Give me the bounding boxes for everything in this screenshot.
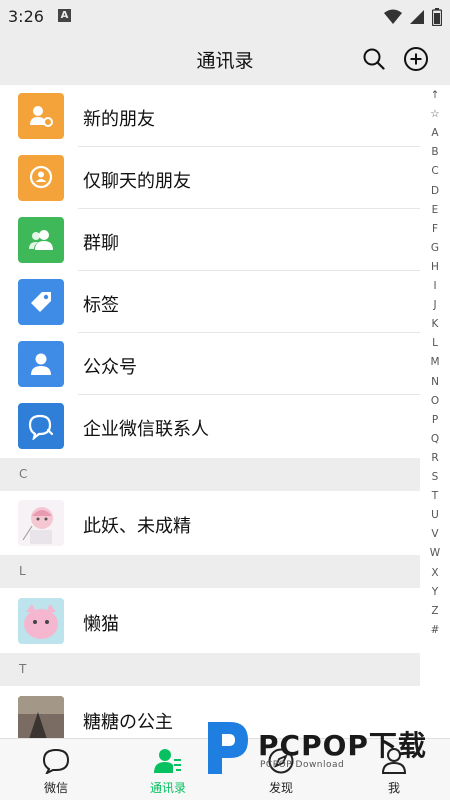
section-letter: T — [19, 662, 27, 676]
tab-label: 我 — [387, 781, 400, 795]
index-letter[interactable]: C — [420, 164, 450, 178]
watermark-subtitle: PCPOP Download — [260, 760, 345, 770]
tab-label: 微信 — [43, 781, 68, 795]
index-letter[interactable]: A — [420, 126, 450, 140]
avatar — [18, 500, 64, 546]
index-letter[interactable]: O — [420, 394, 450, 408]
battery-icon — [432, 8, 442, 26]
tab-label: 通讯录 — [149, 781, 186, 795]
watermark-logo: PCPOP下载 PCPOP Download — [200, 712, 445, 780]
index-letter[interactable]: W — [420, 546, 450, 560]
index-letter[interactable]: L — [420, 336, 450, 350]
chat-only-friend-icon — [18, 155, 64, 201]
index-letter[interactable]: ☆ — [420, 107, 450, 121]
list-item-official-accounts[interactable]: 公众号 — [0, 333, 450, 395]
row-label: 仅聊天的朋友 — [83, 171, 191, 192]
pcpop-logo-icon — [208, 722, 248, 774]
add-button[interactable] — [400, 43, 432, 75]
index-letter[interactable]: N — [420, 375, 450, 389]
index-letter[interactable]: ↑ — [420, 88, 450, 102]
wifi-icon — [384, 9, 402, 24]
index-letter[interactable]: I — [420, 279, 450, 293]
index-letter[interactable]: M — [420, 355, 450, 369]
row-label: 标签 — [83, 295, 119, 316]
index-letter[interactable]: D — [420, 184, 450, 198]
index-letter[interactable]: T — [420, 489, 450, 503]
alphabet-index[interactable]: ↑ ☆ A B C D E F G H I J K L M N O P Q R S T U V W X Y Z # — [420, 88, 450, 648]
title-bar: 通讯录 — [0, 34, 450, 85]
add-circle-icon — [404, 47, 428, 71]
index-letter[interactable]: Y — [420, 585, 450, 599]
contacts-icon — [153, 746, 183, 776]
section-header-t: T — [0, 653, 420, 686]
list-item-work-contacts[interactable]: 企业微信联系人 — [0, 395, 450, 458]
row-label: 群聊 — [83, 233, 119, 254]
index-letter[interactable]: J — [420, 298, 450, 312]
section-letter: C — [19, 467, 28, 481]
row-label: 企业微信联系人 — [83, 419, 209, 440]
index-letter[interactable]: G — [420, 241, 450, 255]
tab-chats[interactable]: 微信 — [0, 739, 112, 800]
contact-name: 此妖、未成精 — [83, 516, 191, 537]
index-letter[interactable]: F — [420, 222, 450, 236]
contact-row[interactable]: 懒猫 — [0, 588, 450, 653]
row-label: 新的朋友 — [83, 109, 155, 130]
index-letter[interactable]: Q — [420, 432, 450, 446]
index-letter[interactable]: E — [420, 203, 450, 217]
index-letter[interactable]: B — [420, 145, 450, 159]
index-letter[interactable]: Z — [420, 604, 450, 618]
avatar — [18, 598, 64, 644]
index-letter[interactable]: K — [420, 317, 450, 331]
index-letter[interactable]: H — [420, 260, 450, 274]
search-button[interactable] — [358, 43, 390, 75]
new-friend-icon — [18, 93, 64, 139]
index-letter[interactable]: P — [420, 413, 450, 427]
work-contact-icon — [18, 403, 64, 449]
signal-icon — [410, 10, 424, 24]
group-chat-icon — [18, 217, 64, 263]
contact-row[interactable]: 此妖、未成精 — [0, 491, 450, 555]
index-letter[interactable]: R — [420, 451, 450, 465]
section-letter: L — [19, 564, 26, 578]
section-header-c: C — [0, 458, 420, 491]
section-header-l: L — [0, 555, 420, 588]
list-item-new-friends[interactable]: 新的朋友 — [0, 85, 450, 147]
watermark-brand: PCPOP下载 — [258, 729, 427, 762]
official-account-icon — [18, 341, 64, 387]
contact-name: 糖糖の公主 — [83, 712, 173, 733]
list-item-chat-only-friends[interactable]: 仅聊天的朋友 — [0, 147, 450, 209]
status-time: 3:26 — [8, 7, 44, 26]
notification-icon: A — [58, 9, 71, 22]
tab-label: 发现 — [268, 781, 293, 795]
tag-icon — [18, 279, 64, 325]
contact-name: 懒猫 — [83, 614, 119, 635]
index-letter[interactable]: X — [420, 566, 450, 580]
list-item-group-chats[interactable]: 群聊 — [0, 209, 450, 271]
row-label: 公众号 — [83, 357, 137, 378]
status-icons — [384, 8, 442, 26]
index-letter[interactable]: U — [420, 508, 450, 522]
avatar — [18, 696, 64, 742]
index-letter[interactable]: # — [420, 623, 450, 637]
chat-bubble-icon — [41, 746, 71, 776]
list-item-tags[interactable]: 标签 — [0, 271, 450, 333]
search-icon — [363, 48, 385, 70]
status-bar: 3:26 A — [0, 0, 450, 34]
index-letter[interactable]: S — [420, 470, 450, 484]
index-letter[interactable]: V — [420, 527, 450, 541]
